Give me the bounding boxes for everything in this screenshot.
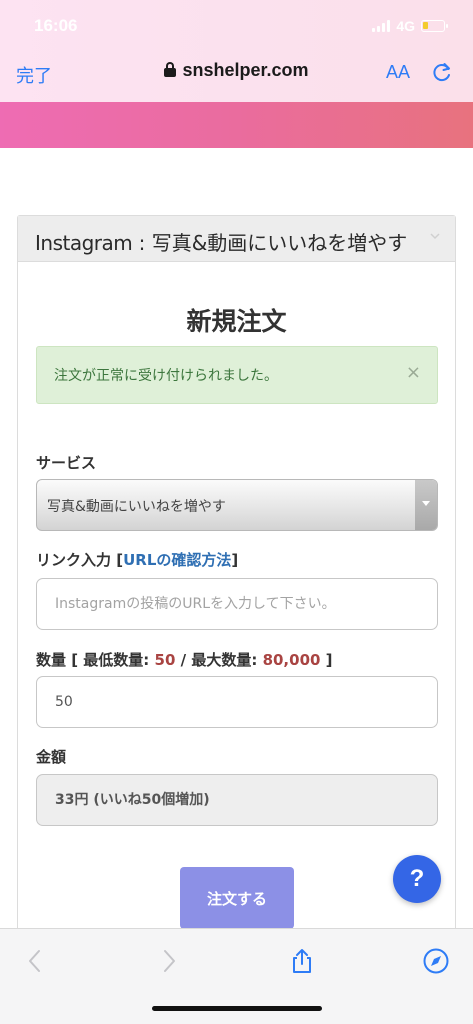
price-field: 33円 (いいね50個増加) [36, 774, 438, 826]
chevron-down-icon [430, 233, 440, 240]
signal-icon [372, 20, 391, 32]
select-arrow-icon [415, 480, 437, 530]
site-header [0, 102, 473, 148]
quantity-label-middle: / 最大数量: [175, 651, 263, 669]
share-icon[interactable] [288, 947, 316, 975]
quantity-min: 50 [154, 651, 176, 669]
text-size-label: AA [386, 62, 411, 82]
form-title: 新規注文 [186, 307, 287, 336]
panel-title-brand: Instagram [35, 231, 133, 255]
status-time: 16:06 [34, 16, 78, 35]
status-bar: 16:06 4G [0, 0, 473, 44]
url-text: snshelper.com [182, 60, 309, 80]
compass-icon[interactable] [422, 947, 450, 975]
status-indicators: 4G [372, 18, 448, 34]
lock-icon [164, 62, 177, 77]
link-input[interactable] [36, 578, 438, 630]
browser-top-chrome: 16:06 4G 完了 snshelper.com AA [0, 0, 473, 102]
quantity-max: 80,000 [262, 651, 321, 669]
text-size-button[interactable]: AA [386, 62, 410, 83]
quantity-input[interactable] [36, 676, 438, 728]
service-select-value: 写真&動画にいいねを増やす [47, 499, 226, 515]
chevron-left-icon[interactable] [22, 947, 50, 975]
home-indicator [152, 1006, 322, 1011]
submit-order-button[interactable]: 注文する [180, 867, 294, 929]
price-label: 金額 [36, 748, 67, 766]
link-label-text: リンク入力 [ [36, 551, 124, 569]
quantity-label: 数量 [ 最低数量: 50 / 最大数量: 80,000 ] [36, 649, 333, 670]
service-select[interactable]: 写真&動画にいいねを増やす [36, 479, 438, 531]
panel-title-service: 写真&動画にいいねを増やす [151, 231, 408, 255]
success-alert: 注文が正常に受け付けられました。 × [36, 346, 438, 404]
reload-icon[interactable] [430, 60, 454, 84]
quantity-label-suffix: ] [320, 651, 333, 669]
help-button[interactable]: ? [393, 855, 441, 903]
chevron-right-icon[interactable] [154, 947, 182, 975]
browser-nav-bar: 完了 snshelper.com AA [0, 52, 473, 92]
service-label: サービス [36, 454, 97, 472]
panel-header[interactable]: Instagram : 写真&動画にいいねを増やす [18, 216, 455, 262]
link-label: リンク入力 [URLの確認方法] [36, 549, 238, 570]
order-panel: Instagram : 写真&動画にいいねを増やす 新規注文 注文が正常に受け付… [17, 215, 456, 1015]
battery-icon [421, 20, 448, 32]
panel-title: Instagram : 写真&動画にいいねを増やす [35, 227, 407, 256]
alert-close-button[interactable]: × [406, 362, 421, 383]
url-help-link[interactable]: URLの確認方法 [123, 551, 231, 569]
link-label-end: ] [231, 551, 239, 569]
alert-message: 注文が正常に受け付けられました。 [54, 368, 278, 384]
network-type: 4G [396, 18, 415, 34]
panel-title-separator: : [132, 231, 152, 255]
quantity-label-prefix: 数量 [ 最低数量: [36, 651, 155, 669]
